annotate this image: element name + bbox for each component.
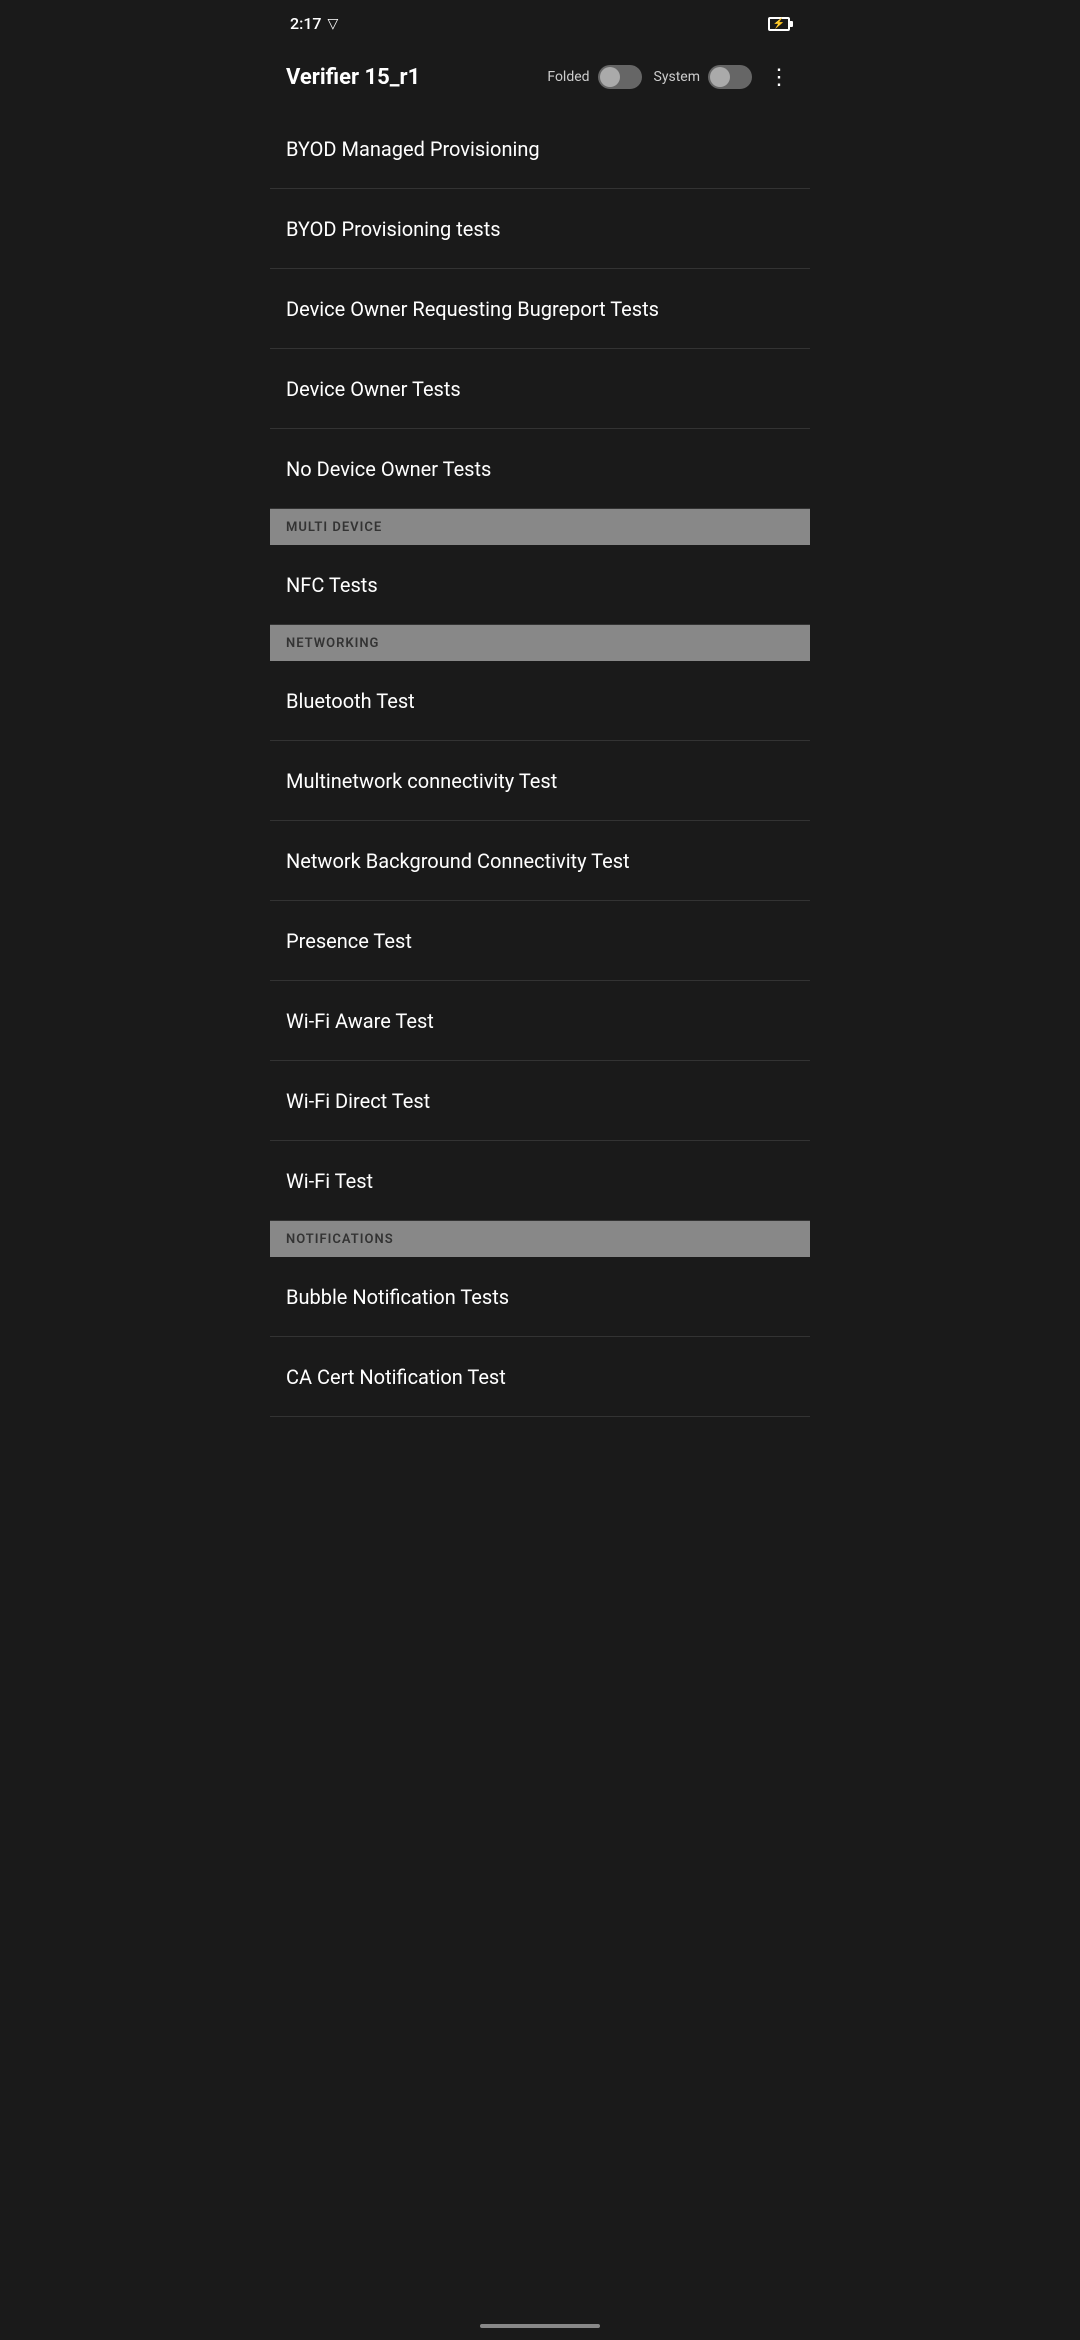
list-item[interactable]: Presence Test	[270, 901, 810, 981]
folded-label: Folded	[547, 69, 589, 85]
section-header-multi-device: MULTI DEVICE	[270, 509, 810, 545]
list-item-text: Wi-Fi Aware Test	[286, 1009, 434, 1033]
folded-toggle-group: Folded	[547, 65, 641, 89]
list-item-text: Bubble Notification Tests	[286, 1285, 509, 1309]
list-item-text: BYOD Provisioning tests	[286, 217, 501, 241]
more-options-icon[interactable]: ⋮	[764, 61, 794, 94]
status-bar-left: 2:17 ▽	[290, 14, 338, 33]
list-item[interactable]: BYOD Managed Provisioning	[270, 109, 810, 189]
list-item[interactable]: Network Background Connectivity Test	[270, 821, 810, 901]
list-item-text: BYOD Managed Provisioning	[286, 137, 540, 161]
list-item-text: Wi-Fi Test	[286, 1169, 373, 1193]
system-toggle[interactable]	[708, 65, 752, 89]
list-item-text: Wi-Fi Direct Test	[286, 1089, 430, 1113]
app-title: Verifier 15_r1	[286, 65, 535, 90]
home-indicator	[480, 2324, 600, 2328]
section-header-text: NOTIFICATIONS	[286, 1232, 394, 1247]
section-header-text: MULTI DEVICE	[286, 520, 382, 535]
list-item-text: Bluetooth Test	[286, 689, 415, 713]
list-item[interactable]: Bluetooth Test	[270, 661, 810, 741]
list-item-text: Device Owner Requesting Bugreport Tests	[286, 297, 659, 321]
battery-icon	[768, 17, 790, 31]
list-item[interactable]: Wi-Fi Aware Test	[270, 981, 810, 1061]
list-item[interactable]: Wi-Fi Test	[270, 1141, 810, 1221]
list-item-text: Presence Test	[286, 929, 412, 953]
list-item[interactable]: BYOD Provisioning tests	[270, 189, 810, 269]
section-header-text: NETWORKING	[286, 636, 379, 651]
list-item-text: Network Background Connectivity Test	[286, 849, 630, 873]
list-item-text: Multinetwork connectivity Test	[286, 769, 557, 793]
list-item-text: No Device Owner Tests	[286, 457, 491, 481]
list-item[interactable]: NFC Tests	[270, 545, 810, 625]
list-item[interactable]: No Device Owner Tests	[270, 429, 810, 509]
status-bar-right	[768, 17, 790, 31]
list-item[interactable]: Device Owner Tests	[270, 349, 810, 429]
list-item[interactable]: CA Cert Notification Test	[270, 1337, 810, 1417]
section-header-networking: NETWORKING	[270, 625, 810, 661]
list-item[interactable]: Wi-Fi Direct Test	[270, 1061, 810, 1141]
status-time: 2:17	[290, 14, 322, 33]
system-toggle-group: System	[654, 65, 752, 89]
list-item[interactable]: Bubble Notification Tests	[270, 1257, 810, 1337]
list-item[interactable]: Multinetwork connectivity Test	[270, 741, 810, 821]
section-header-notifications: NOTIFICATIONS	[270, 1221, 810, 1257]
list-container: BYOD Managed Provisioning BYOD Provisioni…	[270, 109, 810, 1417]
list-item[interactable]: Device Owner Requesting Bugreport Tests	[270, 269, 810, 349]
folded-toggle[interactable]	[598, 65, 642, 89]
list-item-text: NFC Tests	[286, 573, 378, 597]
app-header: Verifier 15_r1 Folded System ⋮	[270, 45, 810, 109]
system-label: System	[654, 69, 700, 85]
status-bar: 2:17 ▽	[270, 0, 810, 45]
list-item-text: CA Cert Notification Test	[286, 1365, 506, 1389]
list-item-text: Device Owner Tests	[286, 377, 461, 401]
wifi-icon: ▽	[328, 16, 339, 32]
